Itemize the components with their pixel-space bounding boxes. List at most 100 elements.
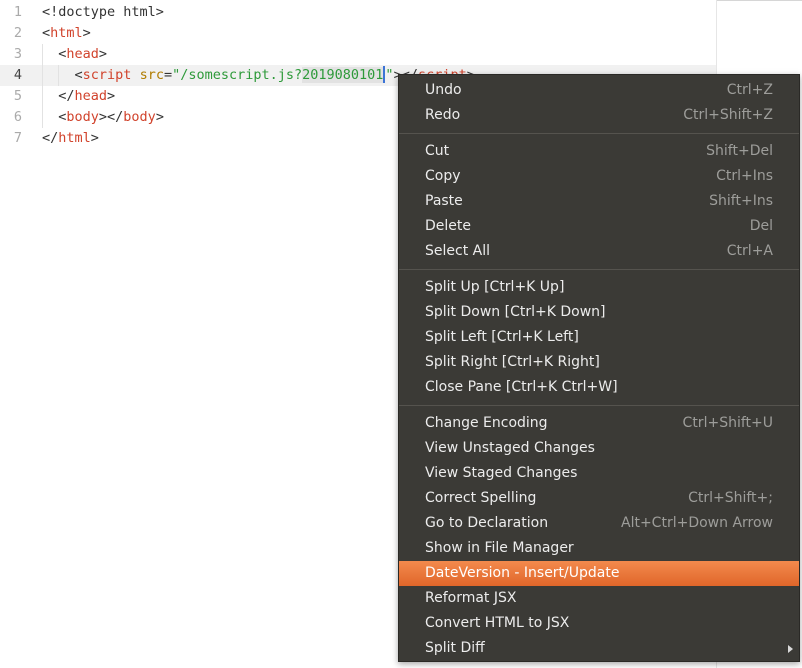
menu-item-label: Select All [425, 243, 490, 259]
code-token: < [42, 109, 67, 125]
code-token: > [98, 46, 108, 62]
code-text: </html> [42, 128, 99, 149]
menu-item-label: Split Up [Ctrl+K Up] [425, 279, 565, 295]
menu-separator [399, 405, 799, 406]
menu-item-shortcut: Ctrl+Shift+U [682, 415, 773, 431]
menu-item-label: Reformat JSX [425, 590, 517, 606]
indent-guide [42, 107, 43, 128]
line-number: 7 [13, 130, 22, 146]
menu-item-shortcut: Ctrl+A [726, 243, 773, 259]
code-token: </ [42, 88, 75, 104]
indent-guide [42, 86, 43, 107]
code-token: < [42, 25, 51, 41]
menu-item-label: Convert HTML to JSX [425, 615, 570, 631]
context-menu: Undo Ctrl+Z Redo Ctrl+Shift+Z Cut Shift+Del Co… [398, 74, 800, 662]
menu-item-split-left[interactable]: Split Left [Ctrl+K Left] [399, 325, 799, 350]
menu-item-shortcut: Alt+Ctrl+Down Arrow [621, 515, 773, 531]
submenu-arrow-icon [788, 645, 793, 653]
menu-item-reformat-jsx[interactable]: Reformat JSX [399, 586, 799, 611]
line-number: 3 [13, 46, 22, 62]
code-text: <body></body> [42, 107, 164, 128]
code-text: <head> [42, 44, 107, 65]
code-token: > [107, 88, 116, 104]
code-line[interactable]: 1 <!doctype html> [0, 2, 716, 23]
menu-item-label: Copy [425, 168, 461, 184]
menu-item-split-diff[interactable]: Split Diff [399, 636, 799, 661]
menu-item-label: DateVersion - Insert/Update [425, 565, 620, 581]
code-line[interactable]: 3 <head> [0, 44, 716, 65]
code-text: <!doctype html> [42, 2, 164, 23]
menu-item-view-staged-changes[interactable]: View Staged Changes [399, 461, 799, 486]
menu-item-select-all[interactable]: Select All Ctrl+A [399, 239, 799, 264]
code-token: </ [42, 130, 59, 146]
code-token: html [58, 130, 91, 146]
line-number: 6 [13, 109, 22, 125]
code-text: <html> [42, 23, 91, 44]
menu-item-go-to-declaration[interactable]: Go to Declaration Alt+Ctrl+Down Arrow [399, 511, 799, 536]
menu-item-view-unstaged-changes[interactable]: View Unstaged Changes [399, 436, 799, 461]
menu-item-shortcut: Ctrl+Shift+; [688, 490, 773, 506]
menu-item-split-up[interactable]: Split Up [Ctrl+K Up] [399, 275, 799, 300]
code-token: < [42, 67, 83, 83]
menu-item-label: Split Diff [425, 640, 485, 656]
line-number: 4 [13, 67, 22, 83]
menu-item-label: Paste [425, 193, 463, 209]
code-line[interactable]: 2 <html> [0, 23, 716, 44]
menu-item-label: Correct Spelling [425, 490, 537, 506]
menu-item-shortcut: Shift+Ins [709, 193, 773, 209]
menu-item-cut[interactable]: Cut Shift+Del [399, 139, 799, 164]
indent-guide [42, 65, 43, 86]
menu-item-label: Cut [425, 143, 450, 159]
code-text: </head> [42, 86, 115, 107]
menu-item-label: Change Encoding [425, 415, 548, 431]
menu-item-convert-html-to-jsx[interactable]: Convert HTML to JSX [399, 611, 799, 636]
menu-item-redo[interactable]: Redo Ctrl+Shift+Z [399, 103, 799, 128]
code-token: > [155, 109, 164, 125]
indent-guide [58, 65, 59, 86]
menu-item-label: View Staged Changes [425, 465, 578, 481]
menu-item-shortcut: Ctrl+Shift+Z [683, 107, 773, 123]
menu-item-label: Delete [425, 218, 471, 234]
menu-item-label: Show in File Manager [425, 540, 574, 556]
menu-item-label: View Unstaged Changes [425, 440, 595, 456]
menu-item-split-right[interactable]: Split Right [Ctrl+K Right] [399, 350, 799, 375]
menu-item-change-encoding[interactable]: Change Encoding Ctrl+Shift+U [399, 411, 799, 436]
menu-separator [399, 133, 799, 134]
code-token: <!doctype html> [42, 4, 164, 20]
menu-item-show-in-file-manager[interactable]: Show in File Manager [399, 536, 799, 561]
menu-item-label: Split Down [Ctrl+K Down] [425, 304, 606, 320]
menu-item-shortcut: Ctrl+Ins [716, 168, 773, 184]
code-token: 2019080101 [302, 67, 384, 83]
menu-separator [399, 269, 799, 270]
menu-item-label: Close Pane [Ctrl+K Ctrl+W] [425, 379, 618, 395]
code-token: html [50, 25, 83, 41]
line-number: 1 [13, 4, 22, 20]
menu-item-shortcut: Ctrl+Z [726, 82, 773, 98]
menu-item-split-down[interactable]: Split Down [Ctrl+K Down] [399, 300, 799, 325]
code-token: " [385, 67, 394, 83]
code-token: head [66, 46, 99, 62]
code-token: = [163, 67, 173, 83]
menu-item-close-pane[interactable]: Close Pane [Ctrl+K Ctrl+W] [399, 375, 799, 400]
line-number: 2 [13, 25, 22, 41]
menu-item-correct-spelling[interactable]: Correct Spelling Ctrl+Shift+; [399, 486, 799, 511]
code-token: > [82, 25, 91, 41]
menu-item-label: Split Right [Ctrl+K Right] [425, 354, 600, 370]
menu-item-delete[interactable]: Delete Del [399, 214, 799, 239]
menu-item-label: Redo [425, 107, 461, 123]
menu-item-shortcut: Shift+Del [706, 143, 773, 159]
menu-item-label: Go to Declaration [425, 515, 549, 531]
menu-item-paste[interactable]: Paste Shift+Ins [399, 189, 799, 214]
menu-item-label: Undo [425, 82, 462, 98]
menu-item-dateversion-insert-update[interactable]: DateVersion - Insert/Update [399, 561, 799, 586]
code-token: ></ [98, 109, 124, 125]
line-number: 5 [13, 88, 22, 104]
code-token: head [74, 88, 108, 104]
menu-item-copy[interactable]: Copy Ctrl+Ins [399, 164, 799, 189]
code-token: src [139, 67, 164, 83]
menu-item-shortcut: Del [749, 218, 773, 234]
code-token: body [66, 109, 99, 125]
menu-item-undo[interactable]: Undo Ctrl+Z [399, 78, 799, 103]
code-token: "/somescript.js? [172, 67, 303, 83]
